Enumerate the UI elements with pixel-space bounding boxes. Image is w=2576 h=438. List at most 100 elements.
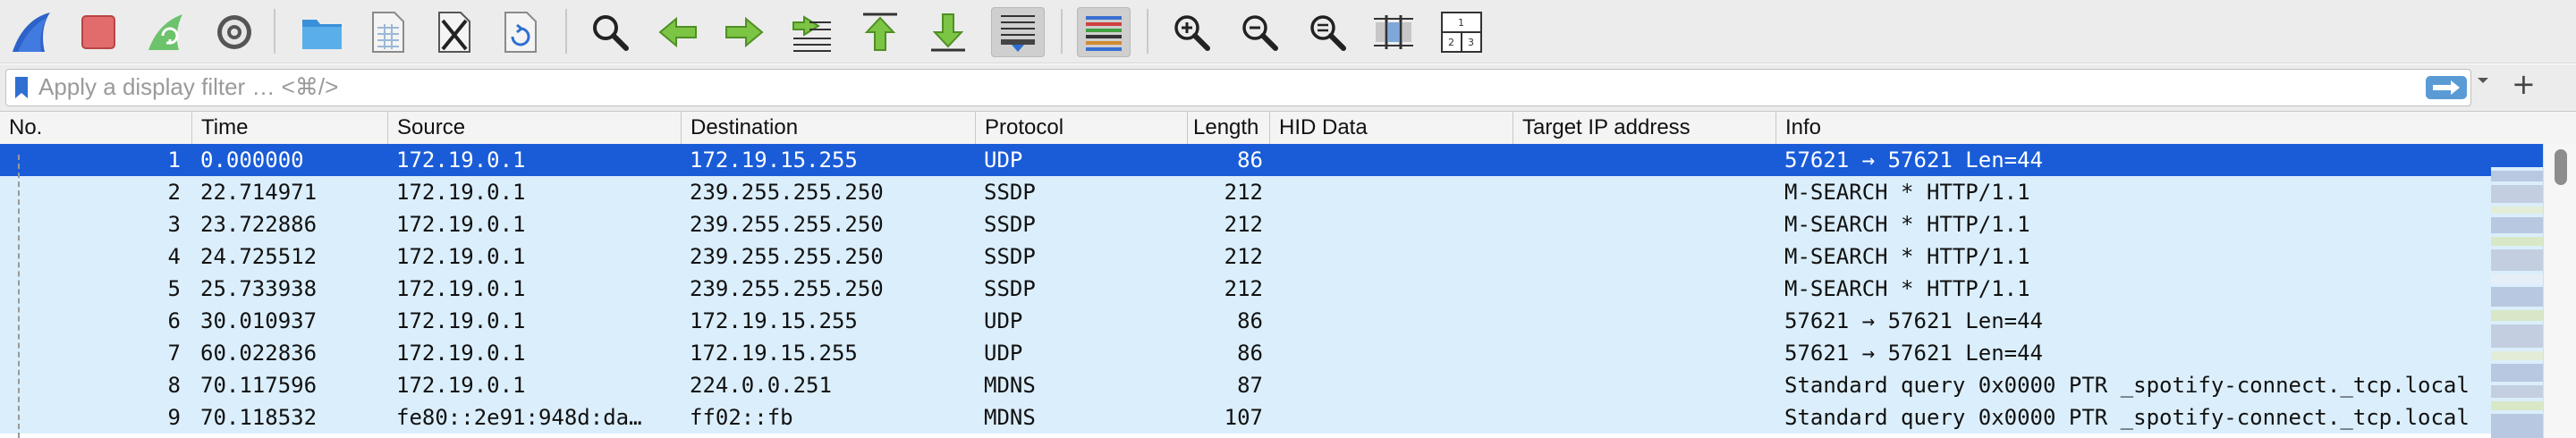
go-first-packet-button[interactable] [853,7,907,57]
column-header-length[interactable]: Length [1188,112,1270,144]
reload-file-button[interactable] [494,7,547,57]
packet-info: 57621 → 57621 Len=44 [1784,341,2043,366]
go-back-icon [658,16,697,48]
zoom-in-button[interactable] [1165,7,1218,57]
column-header-target-ip[interactable]: Target IP address [1513,112,1776,144]
packet-row[interactable]: 8 70.117596 172.19.0.1 224.0.0.251 MDNS … [0,369,2491,401]
normal-size-icon [1310,15,1346,51]
packet-minimap[interactable] [2491,144,2543,438]
column-header-info[interactable]: Info [1776,112,2576,144]
display-filter-bar: + [0,64,2576,111]
packet-hid-data [1279,176,1510,208]
packet-row[interactable]: 7 60.022836 172.19.0.1 172.19.15.255 UDP… [0,337,2491,369]
shark-fin-start-icon [13,13,50,52]
minimap-stripe [2491,324,2543,348]
packet-source: 172.19.0.1 [396,180,526,205]
go-forward-button[interactable] [717,7,771,57]
packet-target-ip [1522,144,1773,176]
arrow-right-icon [2433,80,2460,95]
open-file-button[interactable] [295,7,349,57]
packet-source: 172.19.0.1 [396,147,526,173]
go-last-packet-button[interactable] [921,7,975,57]
packet-info: M-SEARCH * HTTP/1.1 [1784,212,2030,237]
toolbar-separator [274,9,275,54]
minimap-stripe [2491,237,2543,246]
packet-number: 3 [167,212,181,237]
column-header-time[interactable]: Time [192,112,388,144]
apply-filter-button[interactable] [2426,76,2467,99]
packet-row[interactable]: 5 25.733938 172.19.0.1 239.255.255.250 S… [0,273,2491,305]
stop-capture-button[interactable] [72,7,125,57]
packet-hid-data [1279,337,1510,369]
restart-capture-icon [148,14,182,50]
packet-hid-data [1279,369,1510,401]
column-header-no[interactable]: No. [0,112,192,144]
packet-number: 1 [167,147,181,173]
bookmark-icon[interactable] [13,75,30,100]
packet-row[interactable]: 9 70.118532 fe80::2e91:948d:da… ff02::fb… [0,401,2491,434]
add-expression-button[interactable]: + [2512,70,2536,98]
packet-hid-data [1279,144,1510,176]
packet-source: 172.19.0.1 [396,373,526,398]
normal-size-button[interactable] [1301,7,1354,57]
go-back-button[interactable] [651,7,705,57]
packet-time: 70.117596 [200,373,318,398]
packet-row[interactable]: 1 0.000000 172.19.0.1 172.19.15.255 UDP … [0,144,2491,176]
find-packet-icon [593,15,629,51]
minimap-selected-mark [2491,144,2543,167]
packet-destination: 239.255.255.250 [690,244,884,269]
go-last-packet-icon [931,13,965,52]
packet-number: 6 [167,308,181,333]
packet-source: 172.19.0.1 [396,341,526,366]
start-capture-button[interactable] [5,7,59,57]
vertical-scrollbar[interactable] [2543,144,2576,438]
chevron-down-icon[interactable] [2476,73,2490,88]
packet-row[interactable]: 3 23.722886 172.19.0.1 239.255.255.250 S… [0,208,2491,240]
resize-columns-button[interactable] [1367,7,1420,57]
capture-options-icon [217,15,251,49]
save-file-button[interactable] [361,7,415,57]
stop-capture-icon [81,15,115,49]
restart-capture-button[interactable] [140,7,193,57]
auto-scroll-button[interactable] [991,7,1045,57]
zoom-out-button[interactable] [1233,7,1286,57]
reload-file-icon [504,12,537,53]
minimap-stripe [2491,249,2543,271]
display-filter-input[interactable] [38,71,2364,103]
packet-length: 87 [1237,373,1263,398]
packet-time: 30.010937 [200,308,318,333]
auto-scroll-icon [1001,15,1035,52]
packet-protocol: SSDP [984,180,1036,205]
packet-protocol: MDNS [984,373,1036,398]
packet-destination: 172.19.15.255 [690,341,858,366]
minimap-stripe [2491,274,2543,283]
resize-columns-icon [1374,15,1413,49]
column-header-source[interactable]: Source [388,112,682,144]
packet-length: 86 [1237,147,1263,173]
packet-row[interactable]: 2 22.714971 172.19.0.1 239.255.255.250 S… [0,176,2491,208]
toolbar-separator [1061,9,1063,54]
packet-number: 4 [167,244,181,269]
go-to-packet-button[interactable] [785,7,839,57]
packet-row[interactable]: 6 30.010937 172.19.0.1 172.19.15.255 UDP… [0,305,2491,337]
colorize-button[interactable] [1077,7,1131,57]
go-to-packet-icon [792,15,831,52]
packet-length: 86 [1237,341,1263,366]
packet-info: M-SEARCH * HTTP/1.1 [1784,244,2030,269]
packet-time: 23.722886 [200,212,318,237]
packet-row[interactable]: 4 24.725512 172.19.0.1 239.255.255.250 S… [0,240,2491,273]
packet-number: 7 [167,341,181,366]
packet-destination: ff02::fb [690,405,793,430]
column-header-protocol[interactable]: Protocol [976,112,1188,144]
packet-protocol: UDP [984,147,1023,173]
display-filter-box [5,69,2471,106]
layout-panes-button[interactable]: 1 2 3 [1435,7,1488,57]
close-file-button[interactable] [428,7,481,57]
scrollbar-thumb[interactable] [2555,149,2567,185]
toolbar-separator [1147,9,1148,54]
column-header-hid-data[interactable]: HID Data [1270,112,1513,144]
column-header-destination[interactable]: Destination [682,112,976,144]
find-packet-button[interactable] [583,7,637,57]
capture-options-button[interactable] [208,7,261,57]
packet-destination: 172.19.15.255 [690,147,858,173]
